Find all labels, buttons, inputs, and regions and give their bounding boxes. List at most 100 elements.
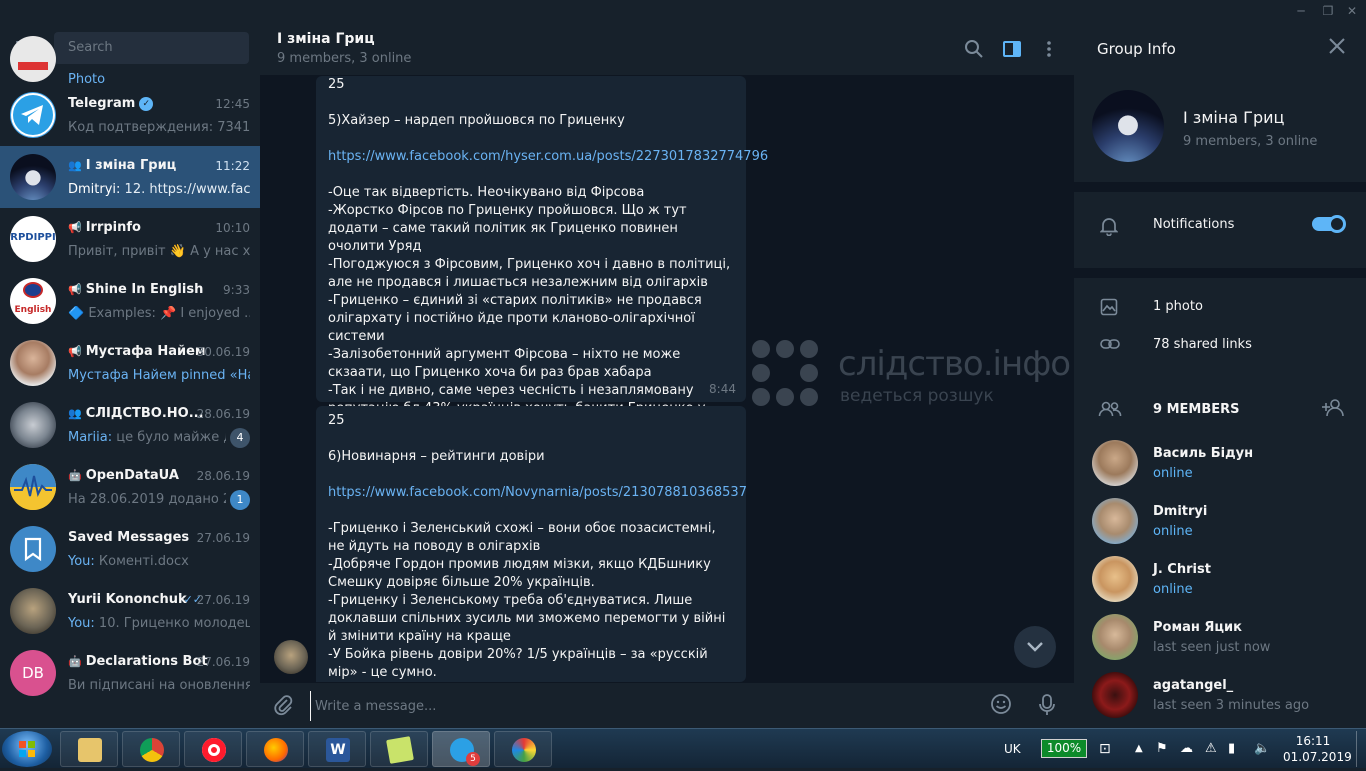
member-item[interactable]: Василь Бідун online: [1074, 440, 1366, 498]
message-text: -Гриценко і Зеленський схожі – вони обоє…: [328, 521, 726, 680]
search-icon[interactable]: [963, 38, 985, 60]
chat-name: Мустафа Найем: [85, 344, 206, 359]
sidebar-toggle-icon[interactable]: [1001, 38, 1023, 60]
attach-icon[interactable]: [273, 694, 293, 721]
shine-avatar: English: [10, 278, 56, 324]
message-input[interactable]: [310, 691, 980, 721]
member-avatar: [1092, 672, 1138, 718]
device-icon[interactable]: ⊡: [1099, 729, 1111, 769]
system-clock[interactable]: 16:11 01.07.2019: [1283, 733, 1352, 765]
close-window-button[interactable]: ✕: [1341, 2, 1363, 20]
member-item[interactable]: J. Christ online: [1074, 556, 1366, 614]
member-avatar: [1092, 440, 1138, 486]
add-member-icon[interactable]: [1320, 398, 1346, 422]
scroll-down-button[interactable]: [1014, 626, 1056, 668]
chrome-taskbar-button[interactable]: [122, 731, 180, 767]
message-bubble[interactable]: 25 6)Новинарня – рейтинги довіри https:/…: [316, 406, 746, 682]
irrpinfo-avatar: RPDIPPI: [10, 216, 56, 262]
clock-time: 16:11: [1295, 734, 1331, 748]
chat-name: І зміна Гриц: [85, 158, 177, 173]
group-avatar-large[interactable]: ●: [1092, 90, 1164, 162]
chat-last-message: Привіт, привіт 👋 А у нас х...: [68, 244, 250, 259]
chat-name: Saved Messages: [68, 530, 190, 545]
mustafa-avatar: [10, 340, 56, 386]
sticky-notes-taskbar-button[interactable]: [370, 731, 428, 767]
message-link[interactable]: https://www.facebook.com/Novynarnia/post…: [328, 485, 746, 500]
chat-item-irrpinfo[interactable]: RPDIPPI 📢 Irrpinfo 10:10 Привіт, привіт 👋…: [0, 208, 260, 270]
start-button[interactable]: [2, 731, 52, 767]
member-avatar: [1092, 614, 1138, 660]
photos-row[interactable]: 1 photo: [1074, 290, 1366, 326]
message-sender: You:: [68, 554, 95, 569]
action-center-flag-icon[interactable]: ⚑: [1156, 729, 1168, 769]
battery-indicator[interactable]: 100%: [1041, 739, 1087, 758]
unread-badge: 1: [230, 490, 250, 510]
restore-button[interactable]: ❐: [1317, 2, 1339, 20]
word-taskbar-button[interactable]: W: [308, 731, 366, 767]
minimize-button[interactable]: ─: [1290, 2, 1312, 20]
chat-item-opendataua[interactable]: 🤖 OpenDataUA 28.06.19 На 28.06.2019 додан…: [0, 456, 260, 518]
close-icon[interactable]: [1328, 36, 1346, 61]
message-time: 8:44: [709, 382, 736, 396]
links-row[interactable]: 78 shared links: [1074, 328, 1366, 364]
language-indicator[interactable]: UK: [1004, 729, 1021, 769]
cloud-icon[interactable]: ☁: [1180, 729, 1193, 769]
explorer-taskbar-button[interactable]: [60, 731, 118, 767]
chat-item-mustafa[interactable]: 📢 Мустафа Найем 30.06.19 Мустафа Найем pi…: [0, 332, 260, 394]
warning-icon[interactable]: ⚠: [1205, 729, 1217, 769]
chat-item-declarations-bot[interactable]: DB 🤖 Declarations Bot 27.06.19 Ви підписа…: [0, 642, 260, 704]
paint-taskbar-button[interactable]: [494, 731, 552, 767]
microphone-icon[interactable]: [1038, 693, 1056, 722]
telegram-avatar: [10, 92, 56, 138]
chat-last-message: 10. Гриценко молодец...: [94, 616, 250, 631]
member-item[interactable]: Роман Яцик last seen just now: [1074, 614, 1366, 672]
link-icon: [1100, 336, 1120, 356]
chat-last-message: Ви підписані на оновлення ...: [68, 678, 250, 693]
notifications-toggle[interactable]: [1312, 215, 1346, 233]
member-status: last seen 3 minutes ago: [1153, 698, 1310, 713]
group-name: І зміна Гриц: [1183, 108, 1285, 127]
telegram-unread-count: 5: [466, 752, 480, 766]
chat-title[interactable]: І зміна Гриц: [277, 31, 375, 47]
chat-time: 11:22: [215, 159, 250, 173]
declarations-bot-avatar: DB: [10, 650, 56, 696]
show-desktop-button[interactable]: [1356, 731, 1364, 767]
slidstvo-avatar: [10, 402, 56, 448]
chat-last-message: Мустафа Найем pinned «На...: [68, 368, 250, 383]
chat-item-group[interactable]: ● 👥 І зміна Гриц 11:22 Dmitryi: 12. https…: [0, 146, 260, 208]
bot-icon: 🤖: [68, 655, 82, 668]
sender-avatar[interactable]: [274, 640, 308, 674]
chat-last-message: Коментi.docx: [94, 554, 189, 569]
signal-icon[interactable]: ▮: [1228, 729, 1235, 769]
members-icon: [1098, 400, 1122, 422]
chat-item-slidstvo[interactable]: 👥 СЛІДСТВО.НО... 28.06.19 Mariia: це було…: [0, 394, 260, 456]
channel-icon: 📢: [68, 283, 82, 296]
photo-icon: [1100, 298, 1118, 321]
emoji-icon[interactable]: [990, 693, 1012, 721]
chat-name: Telegram: [68, 96, 136, 111]
chat-item-telegram[interactable]: Telegram✓ 12:45 Код подтверждения: 73414…: [0, 84, 260, 146]
chat-item-yurii[interactable]: Yurii Kononchuk ✓✓ 27.06.19 You: 10. Гри…: [0, 580, 260, 642]
firefox-taskbar-button[interactable]: [246, 731, 304, 767]
more-options-icon[interactable]: [1038, 38, 1060, 60]
paint-icon: [512, 738, 536, 762]
member-item[interactable]: agatangel_ last seen 3 minutes ago: [1074, 672, 1366, 730]
message-link[interactable]: https://www.facebook.com/hyser.com.ua/po…: [328, 149, 768, 164]
show-hidden-icons-icon[interactable]: ▲: [1135, 729, 1143, 769]
chat-item-shine-in-english[interactable]: English 📢 Shine In English 9:33 🔷 Example…: [0, 270, 260, 332]
chat-name: Irrpinfo: [85, 220, 141, 235]
member-item[interactable]: Dmitryi online: [1074, 498, 1366, 556]
member-status: online: [1153, 582, 1193, 597]
shared-media-section: 1 photo 78 shared links: [1074, 278, 1366, 378]
member-avatar: [1092, 556, 1138, 602]
telegram-taskbar-button[interactable]: 5: [432, 731, 490, 767]
volume-icon[interactable]: 🔈: [1254, 729, 1270, 769]
group-icon: 👥: [68, 159, 82, 172]
opera-taskbar-button[interactable]: [184, 731, 242, 767]
chat-time: 28.06.19: [196, 407, 250, 421]
message-bubble[interactable]: 25 5)Хайзер – нардеп пройшовся по Грицен…: [316, 76, 768, 434]
group-avatar: ●: [10, 154, 56, 200]
group-icon: 👥: [68, 407, 82, 420]
folder-icon: [78, 738, 102, 762]
chat-item-saved-messages[interactable]: Saved Messages 27.06.19 You: Коментi.doc…: [0, 518, 260, 580]
